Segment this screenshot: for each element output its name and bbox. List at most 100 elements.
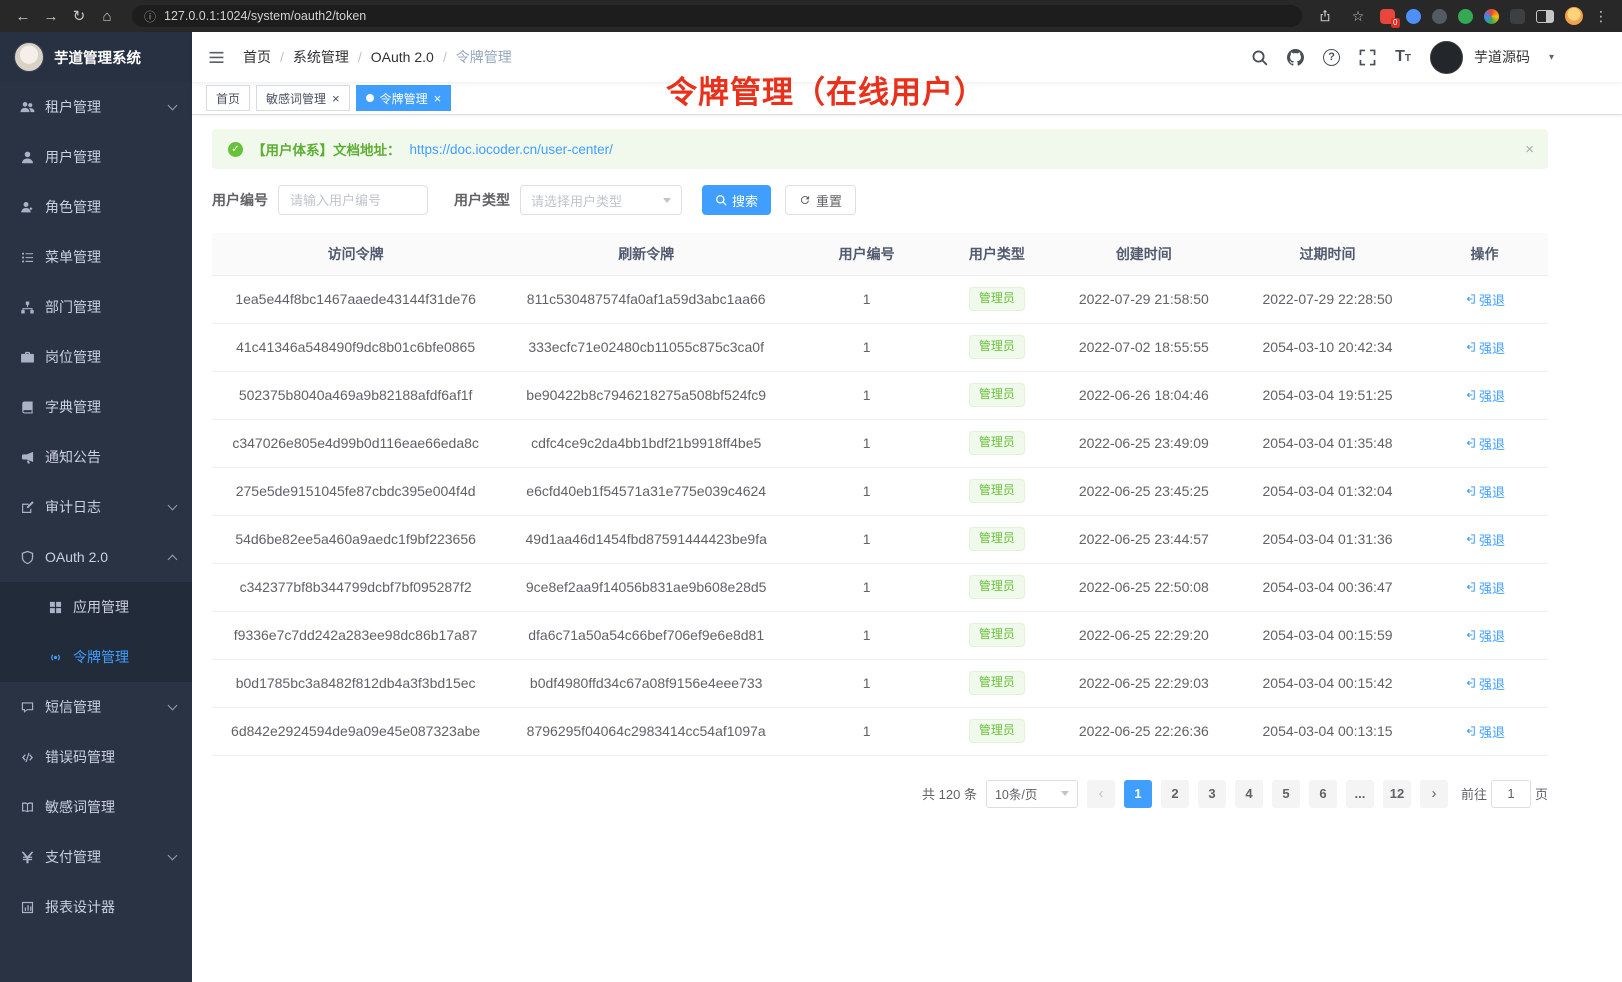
sidebar-item-audit-log[interactable]: 审计日志 — [0, 482, 192, 532]
force-logout-button[interactable]: 强退 — [1464, 578, 1505, 597]
page-button-5[interactable]: 5 — [1272, 780, 1300, 808]
sidebar-item-post[interactable]: 岗位管理 — [0, 332, 192, 382]
browser-refresh-button[interactable]: ↻ — [66, 3, 92, 29]
browser-forward-button[interactable]: → — [38, 3, 64, 29]
page-button-1[interactable]: 1 — [1124, 780, 1152, 808]
share-icon[interactable] — [1314, 5, 1336, 27]
url-bar[interactable]: ⓘ 127.0.0.1:1024/system/oauth2/token — [132, 5, 1302, 27]
search-icon[interactable] — [1251, 49, 1268, 66]
user-id-cell: 1 — [793, 659, 940, 707]
access-token-cell: 41c41346a548490f9dc8b01c6bfe0865 — [212, 323, 499, 371]
app-shell: 芋道管理系统 租户管理用户管理角色管理菜单管理部门管理岗位管理字典管理通知公告审… — [0, 32, 1622, 982]
alert-close-icon[interactable]: × — [1525, 141, 1534, 158]
tab-close-icon[interactable]: × — [434, 92, 442, 105]
sidebar-item-dict[interactable]: 字典管理 — [0, 382, 192, 432]
goto-page-input[interactable] — [1491, 780, 1531, 808]
force-logout-button[interactable]: 强退 — [1464, 386, 1505, 405]
force-logout-button[interactable]: 强退 — [1464, 482, 1505, 501]
breadcrumb-item[interactable]: 首页 — [243, 47, 271, 67]
expire-time-cell: 2054-03-04 00:13:15 — [1234, 707, 1421, 755]
sidebar-item-menu[interactable]: 菜单管理 — [0, 232, 192, 282]
force-logout-button[interactable]: 强退 — [1464, 674, 1505, 693]
sidebar: 芋道管理系统 租户管理用户管理角色管理菜单管理部门管理岗位管理字典管理通知公告审… — [0, 32, 192, 982]
sidebar-item-role[interactable]: 角色管理 — [0, 182, 192, 232]
sidebar-item-report[interactable]: 报表设计器 — [0, 882, 192, 932]
tab-close-icon[interactable]: × — [332, 92, 340, 105]
expire-time-cell: 2054-03-04 01:31:36 — [1234, 515, 1421, 563]
page-ellipsis[interactable]: ... — [1346, 780, 1374, 808]
extension-icon[interactable] — [1406, 9, 1421, 24]
extension-icon[interactable] — [1510, 9, 1525, 24]
page-size-select[interactable]: 10条/页 — [986, 780, 1078, 808]
extension-icon[interactable] — [1458, 9, 1473, 24]
font-size-icon[interactable]: TT — [1395, 49, 1411, 65]
browser-profile-avatar[interactable] — [1565, 7, 1583, 25]
breadcrumb-item[interactable]: OAuth 2.0 — [371, 49, 434, 65]
page-button-12[interactable]: 12 — [1383, 780, 1411, 808]
force-logout-button[interactable]: 强退 — [1464, 722, 1505, 741]
sidebar-collapse-icon[interactable] — [208, 49, 225, 66]
user-id-input[interactable] — [278, 185, 428, 215]
access-token-cell: 6d842e2924594de9a09e45e087323abe — [212, 707, 499, 755]
help-icon[interactable]: ? — [1323, 49, 1340, 66]
extension-icon[interactable]: 0 — [1380, 9, 1395, 24]
tab-sensitive-word[interactable]: 敏感词管理× — [256, 85, 350, 111]
column-header: 过期时间 — [1234, 233, 1421, 275]
token-icon — [48, 650, 63, 665]
search-button[interactable]: 搜索 — [702, 185, 771, 215]
user-type-badge: 管理员 — [969, 479, 1025, 503]
sidebar-item-error-code[interactable]: 错误码管理 — [0, 732, 192, 782]
github-icon[interactable] — [1287, 49, 1304, 66]
column-header: 访问令牌 — [212, 233, 499, 275]
main-panel: 首页/系统管理/OAuth 2.0/令牌管理 ? TT 芋道源码 ▾ 首页敏感词… — [192, 32, 1622, 982]
sidebar-item-tenant[interactable]: 租户管理 — [0, 82, 192, 132]
app-logo[interactable]: 芋道管理系统 — [0, 32, 192, 82]
expire-time-cell: 2054-03-04 01:32:04 — [1234, 467, 1421, 515]
user-id-label: 用户编号 — [212, 190, 268, 210]
access-token-cell: c347026e805e4d99b0d116eae66eda8c — [212, 419, 499, 467]
sidebar-item-notice[interactable]: 通知公告 — [0, 432, 192, 482]
extension-icon[interactable] — [1432, 9, 1447, 24]
site-info-icon[interactable]: ⓘ — [144, 8, 156, 25]
force-logout-button[interactable]: 强退 — [1464, 338, 1505, 357]
expire-time-cell: 2054-03-10 20:42:34 — [1234, 323, 1421, 371]
username[interactable]: 芋道源码 — [1474, 47, 1530, 67]
chevron-down-icon[interactable]: ▾ — [1549, 52, 1554, 63]
logout-icon — [1464, 485, 1476, 497]
success-check-icon: ✓ — [228, 142, 243, 157]
breadcrumb-item[interactable]: 系统管理 — [293, 47, 349, 67]
sidebar-item-dept[interactable]: 部门管理 — [0, 282, 192, 332]
bookmark-star-icon[interactable]: ☆ — [1347, 5, 1369, 27]
prev-page-button[interactable]: ‹ — [1087, 780, 1115, 808]
fullscreen-icon[interactable] — [1359, 49, 1376, 66]
sidebar-item-app-manage[interactable]: 应用管理 — [0, 582, 192, 632]
page-button-6[interactable]: 6 — [1309, 780, 1337, 808]
force-logout-button[interactable]: 强退 — [1464, 530, 1505, 549]
url-text: 127.0.0.1:1024/system/oauth2/token — [164, 9, 366, 23]
reset-button[interactable]: 重置 — [785, 185, 856, 215]
user-avatar[interactable] — [1430, 41, 1463, 74]
sidebar-item-sms[interactable]: 短信管理 — [0, 682, 192, 732]
force-logout-button[interactable]: 强退 — [1464, 626, 1505, 645]
sidebar-item-user[interactable]: 用户管理 — [0, 132, 192, 182]
force-logout-label: 强退 — [1479, 482, 1505, 501]
user-type-select[interactable]: 请选择用户类型 — [520, 185, 682, 215]
browser-home-button[interactable]: ⌂ — [94, 3, 120, 29]
split-view-icon[interactable] — [1536, 10, 1554, 23]
extension-icon[interactable] — [1484, 9, 1499, 24]
doc-link[interactable]: https://doc.iocoder.cn/user-center/ — [410, 142, 613, 157]
force-logout-button[interactable]: 强退 — [1464, 290, 1505, 309]
sidebar-item-oauth2[interactable]: OAuth 2.0 — [0, 532, 192, 582]
tab-home[interactable]: 首页 — [206, 85, 250, 111]
browser-menu-icon[interactable]: ⋮ — [1594, 8, 1608, 25]
browser-back-button[interactable]: ← — [10, 3, 36, 29]
page-button-4[interactable]: 4 — [1235, 780, 1263, 808]
next-page-button[interactable]: › — [1420, 780, 1448, 808]
force-logout-button[interactable]: 强退 — [1464, 434, 1505, 453]
page-button-3[interactable]: 3 — [1198, 780, 1226, 808]
sidebar-item-sensitive-word[interactable]: 敏感词管理 — [0, 782, 192, 832]
sidebar-item-token-manage[interactable]: 令牌管理 — [0, 632, 192, 682]
tab-token[interactable]: 令牌管理× — [356, 85, 452, 111]
page-button-2[interactable]: 2 — [1161, 780, 1189, 808]
sidebar-item-pay[interactable]: 支付管理 — [0, 832, 192, 882]
